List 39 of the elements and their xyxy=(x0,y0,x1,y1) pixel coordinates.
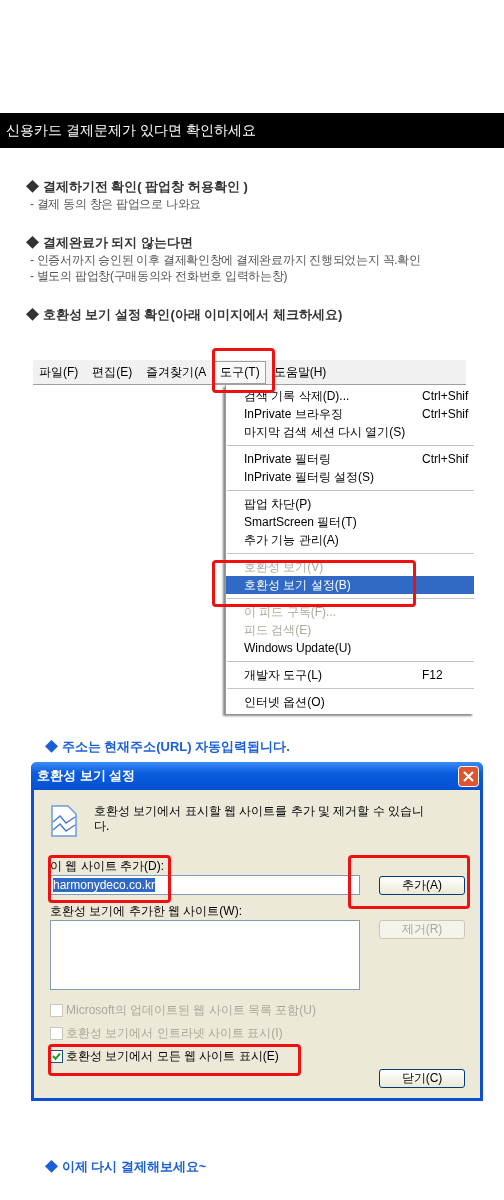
site-list[interactable] xyxy=(50,920,360,990)
menu-item[interactable]: SmartScreen 필터(T) xyxy=(226,513,474,531)
section-text: - 결제 동의 창은 팝업으로 나와요 xyxy=(29,196,202,212)
menu-bar-item[interactable]: 도구(T) xyxy=(214,360,266,384)
field-label: 이 웹 사이트 추가(D): xyxy=(50,858,165,875)
menu-item[interactable]: 호환성 보기 설정(B) xyxy=(226,576,474,594)
checkbox-label: 호환성 보기에서 모든 웹 사이트 표시(E) xyxy=(66,1048,279,1065)
checkbox-label: Microsoft의 업데이트된 웹 사이트 목록 포함(U) xyxy=(66,1002,316,1019)
add-button[interactable]: 추가(A) xyxy=(379,875,465,895)
menu-item[interactable]: 마지막 검색 세션 다시 열기(S) xyxy=(226,423,474,441)
section-heading: ◆ 결제하기전 확인( 팝업창 허용확인 ) xyxy=(26,178,249,196)
note-text: ◆ 주소는 현재주소(URL) 자동입력됩니다. xyxy=(45,738,291,756)
window-title: 호환성 보기 설정 xyxy=(37,767,136,785)
menu-item[interactable]: 인터넷 옵션(O) xyxy=(226,693,474,711)
section-text: - 별도의 팝업창(구매동의와 전화번호 입력하는창) xyxy=(29,268,289,284)
menu-bar-item[interactable]: 파일(F) xyxy=(33,360,85,384)
dialog-description: 호환성 보기에서 표시할 웹 사이트를 추가 및 제거할 수 있습니다. xyxy=(94,804,424,834)
menu-item[interactable]: InPrivate 브라우징 Ctrl+Shif xyxy=(226,405,474,423)
menu-item[interactable]: InPrivate 필터링 Ctrl+Shif xyxy=(226,450,474,468)
menu-item[interactable]: Windows Update(U) xyxy=(226,639,474,657)
section-heading: ◆ 호환성 보기 설정 확인(아래 이미지에서 체크하세요) xyxy=(26,306,344,324)
section-text: - 인증서까지 승인된 이후 결제확인창에 결제완료까지 진행되었는지 꼭.확인 xyxy=(29,252,422,268)
page-banner: 신용카드 결제문제가 있다면 확인하세요 xyxy=(0,113,504,148)
menu-item[interactable]: InPrivate 필터링 설정(S) xyxy=(226,468,474,486)
list-label: 호환성 보기에 추가한 웹 사이트(W): xyxy=(50,903,243,920)
input-field[interactable]: harmonydeco.co.kr xyxy=(50,875,360,895)
menu-item[interactable]: 팝업 차단(P) xyxy=(226,495,474,513)
menu-bar-item[interactable]: 도움말(H) xyxy=(267,360,333,384)
footer-text: ◆ 이제 다시 결제해보세요~ xyxy=(45,1158,208,1176)
close-button[interactable]: 닫기(C) xyxy=(379,1069,465,1088)
checkbox-label: 호환성 보기에서 인트라넷 사이트 표시(I) xyxy=(66,1025,283,1042)
menu-item[interactable]: 개발자 도구(L) F12 xyxy=(226,666,474,684)
menu-item[interactable]: 추가 기능 관리(A) xyxy=(226,531,474,549)
document-icon xyxy=(50,804,78,838)
close-icon[interactable] xyxy=(458,765,479,787)
highlight-frame xyxy=(212,348,275,393)
menu-bar-item[interactable]: 편집(E) xyxy=(86,360,139,384)
menu-bar-item[interactable]: 즐겨찾기(A xyxy=(140,360,213,384)
section-heading: ◆ 결제완료가 되지 않는다면 xyxy=(26,234,194,252)
